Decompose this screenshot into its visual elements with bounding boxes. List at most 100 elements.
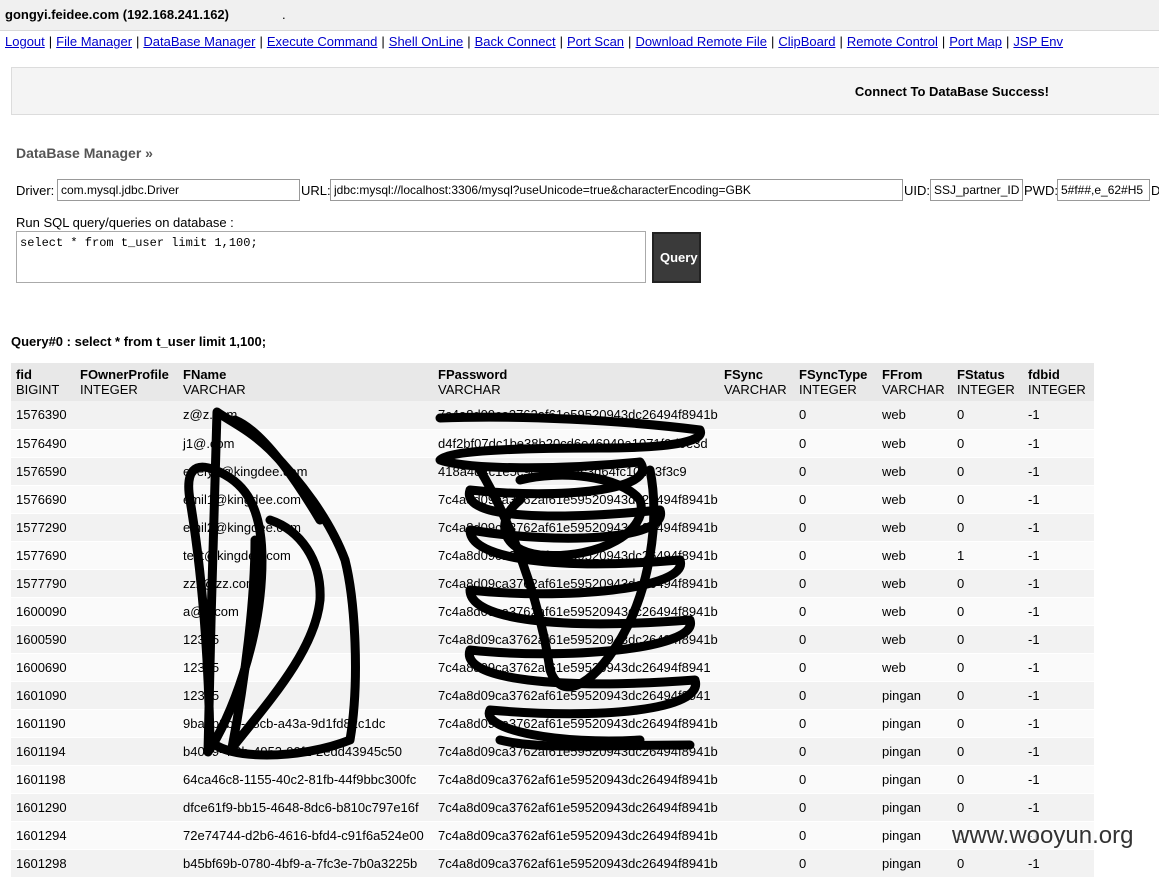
table-cell: 0 bbox=[794, 849, 877, 878]
table-cell: 0 bbox=[952, 457, 1023, 486]
table-cell: 0 bbox=[794, 457, 877, 486]
column-type: VARCHAR bbox=[724, 382, 787, 397]
table-cell: pingan bbox=[877, 709, 952, 738]
table-cell: pingan bbox=[877, 793, 952, 822]
table-cell bbox=[719, 765, 794, 794]
table-header: fid BIGINT FOwnerProfile INTEGER FName VARCHA… bbox=[11, 363, 1094, 401]
table-cell bbox=[719, 569, 794, 598]
table-cell: 7c4a8d09ca3762af61e59520943dc26494f8941b bbox=[433, 485, 719, 514]
table-cell: 0 bbox=[794, 737, 877, 766]
column-name: FFrom bbox=[882, 367, 923, 382]
column-type: INTEGER bbox=[799, 382, 857, 397]
table-cell bbox=[75, 681, 178, 710]
table-cell: 0 bbox=[794, 485, 877, 514]
column-name: FPassword bbox=[438, 367, 508, 382]
table-cell: -1 bbox=[1023, 401, 1094, 430]
nav-link-port-map[interactable]: Port Map bbox=[949, 34, 1002, 49]
nav-link-back-connect[interactable]: Back Connect bbox=[475, 34, 556, 49]
nav-separator: | bbox=[770, 34, 775, 49]
table-cell: -1 bbox=[1023, 765, 1094, 794]
table-cell: web bbox=[877, 597, 952, 626]
table-cell bbox=[75, 429, 178, 458]
table-cell: -1 bbox=[1023, 541, 1094, 570]
nav-separator: | bbox=[259, 34, 263, 49]
column-type: BIGINT bbox=[16, 382, 60, 397]
nav-link-remote-control[interactable]: Remote Control bbox=[847, 34, 938, 49]
table-cell: 0 bbox=[952, 569, 1023, 598]
table-cell: -1 bbox=[1023, 485, 1094, 514]
table-cell bbox=[75, 401, 178, 430]
query-button[interactable]: Query bbox=[652, 232, 701, 283]
host-dot: . bbox=[282, 7, 286, 22]
url-input[interactable] bbox=[330, 179, 903, 201]
sql-textarea[interactable]: select * from t_user limit 1,100; bbox=[16, 231, 646, 283]
pwd-label: PWD: bbox=[1024, 183, 1058, 198]
column-type: VARCHAR bbox=[438, 382, 501, 397]
nav-link-file-manager[interactable]: File Manager bbox=[56, 34, 132, 49]
table-cell: 0 bbox=[952, 625, 1023, 654]
table-cell: 0 bbox=[794, 709, 877, 738]
column-header-fname: FName VARCHAR bbox=[178, 363, 433, 401]
table-cell: pingan bbox=[877, 681, 952, 710]
nav-link-database-manager[interactable]: DataBase Manager bbox=[143, 34, 255, 49]
table-cell bbox=[75, 765, 178, 794]
table-cell: 7c4a8d09ca3762af61e59520943dc26494f8941b bbox=[433, 401, 719, 430]
uid-input[interactable] bbox=[930, 179, 1023, 201]
table-cell: 1601198 bbox=[11, 765, 75, 794]
table-cell bbox=[75, 849, 178, 878]
table-cell: 0 bbox=[952, 709, 1023, 738]
table-row: 1577690 test@kingdee.com 7c4a8d09ca3762af6… bbox=[11, 541, 1094, 570]
table-cell: pingan bbox=[877, 737, 952, 766]
table-row: 1601294 72e74744-d2b6-4616-bfd4-c91f6a524… bbox=[11, 821, 1094, 850]
column-header-fid: fid BIGINT bbox=[11, 363, 75, 401]
table-cell: web bbox=[877, 485, 952, 514]
table-cell: emil1@kingdee.com bbox=[178, 485, 433, 514]
nav-separator: | bbox=[628, 34, 632, 49]
table-cell: a@a.com bbox=[178, 597, 433, 626]
nav-link-shell-online[interactable]: Shell OnLine bbox=[389, 34, 463, 49]
table-cell: -1 bbox=[1023, 737, 1094, 766]
nav-separator: | bbox=[1006, 34, 1010, 49]
driver-input[interactable] bbox=[57, 179, 300, 201]
table-cell: 7c4a8d09ca3762af61e59520943dc26494f8941b bbox=[433, 765, 719, 794]
table-cell bbox=[719, 485, 794, 514]
nav-link-clipboard[interactable]: ClipBoard bbox=[778, 34, 835, 49]
table-cell: -1 bbox=[1023, 569, 1094, 598]
table-cell: 0 bbox=[794, 569, 877, 598]
pwd-input[interactable] bbox=[1057, 179, 1150, 201]
table-cell bbox=[75, 821, 178, 850]
table-cell: 1600090 bbox=[11, 597, 75, 626]
table-cell: web bbox=[877, 541, 952, 570]
table-cell: 7c4a8d09ca3762af61e59520943dc26494f8941b bbox=[433, 541, 719, 570]
table-cell bbox=[75, 653, 178, 682]
sql-label: Run SQL query/queries on database : bbox=[16, 215, 234, 230]
table-cell: 0 bbox=[952, 681, 1023, 710]
table-cell: pingan bbox=[877, 765, 952, 794]
table-cell: 0 bbox=[952, 401, 1023, 430]
table-row: 1577290 emil2@kingdee.com 7c4a8d09ca3762af… bbox=[11, 513, 1094, 542]
table-cell bbox=[719, 625, 794, 654]
table-cell: 0 bbox=[794, 597, 877, 626]
column-header-fstatus: FStatus INTEGER bbox=[952, 363, 1023, 401]
table-cell: 0 bbox=[952, 485, 1023, 514]
table-cell: -1 bbox=[1023, 429, 1094, 458]
nav-link-download-remote-file[interactable]: Download Remote File bbox=[635, 34, 767, 49]
nav-link-port-scan[interactable]: Port Scan bbox=[567, 34, 624, 49]
column-name: FStatus bbox=[957, 367, 1005, 382]
nav-separator: | bbox=[136, 34, 140, 49]
table-cell: test@kingdee.com bbox=[178, 541, 433, 570]
table-cell: evelyn@kingdee.com bbox=[178, 457, 433, 486]
table-row: 1600090 a@a.com 7c4a8d09ca3762af61e5952094… bbox=[11, 597, 1094, 626]
nav-link-execute-command[interactable]: Execute Command bbox=[267, 34, 378, 49]
uid-label: UID: bbox=[904, 183, 930, 198]
table-cell: 7c4a8d09ca3762af61e59520943dc26494f8941b bbox=[433, 569, 719, 598]
table-row: 1600690 12345 7c4a8d09ca3762af61e59520943d… bbox=[11, 653, 1094, 682]
nav-link-jsp-env[interactable]: JSP Env bbox=[1013, 34, 1063, 49]
column-name: FOwnerProfile bbox=[80, 367, 169, 382]
trailing-label: D bbox=[1151, 183, 1159, 198]
table-cell bbox=[75, 709, 178, 738]
table-cell bbox=[75, 793, 178, 822]
table-cell: 418a4d4c1e5c9c5a7212c3d64fc104b3f3c9 bbox=[433, 457, 719, 486]
nav-link-logout[interactable]: Logout bbox=[5, 34, 45, 49]
nav-separator: | bbox=[48, 34, 53, 49]
